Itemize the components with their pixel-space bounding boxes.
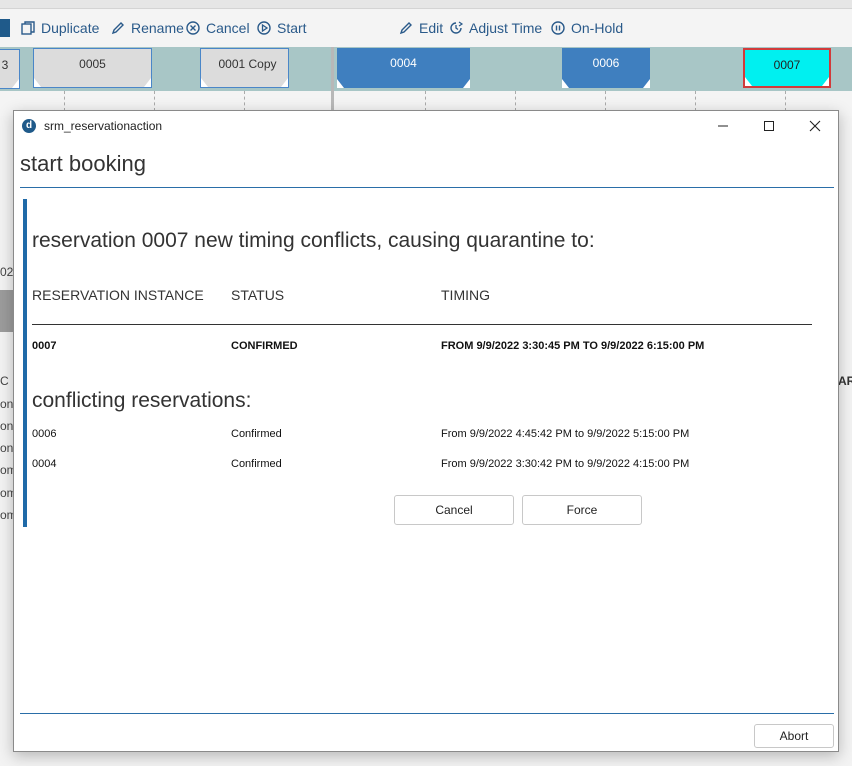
copy-icon: [21, 21, 35, 35]
grid-line: [785, 91, 786, 111]
resize-handle[interactable]: [822, 77, 829, 86]
app-logo-icon: d: [22, 119, 36, 133]
conflict-heading: reservation 0007 new timing conflicts, c…: [32, 229, 595, 252]
grid-line: [244, 91, 245, 111]
resize-handle[interactable]: [562, 79, 569, 88]
reservation-block[interactable]: 0001 Copy: [200, 48, 289, 88]
background-text: C: [0, 374, 9, 388]
background-header-bar: [0, 290, 14, 332]
on-hold-label: On-Hold: [571, 20, 624, 36]
panel-divider[interactable]: [331, 47, 334, 115]
start-button[interactable]: Start: [256, 18, 307, 38]
resize-handle[interactable]: [745, 77, 752, 86]
resize-handle[interactable]: [463, 79, 470, 88]
column-header-instance: RESERVATION INSTANCE: [32, 287, 204, 303]
timeline-track: 3 0005 0001 Copy 0004 0006 0007: [0, 47, 852, 91]
duplicate-label: Duplicate: [41, 20, 100, 36]
background-text: on: [0, 441, 14, 455]
start-label: Start: [277, 20, 307, 36]
row-instance: 0007: [32, 340, 57, 352]
resize-handle[interactable]: [144, 78, 151, 87]
rename-button[interactable]: Rename: [110, 18, 184, 38]
duplicate-button[interactable]: Duplicate: [20, 18, 99, 38]
window-title: srm_reservationaction: [44, 119, 163, 133]
circle-play-icon: [257, 21, 271, 35]
minimize-button[interactable]: [700, 111, 746, 141]
reservation-block[interactable]: 0005: [33, 48, 152, 88]
row-status: CONFIRMED: [231, 340, 298, 352]
background-top-strip: [0, 0, 852, 9]
resize-handle[interactable]: [281, 78, 288, 87]
resize-handle[interactable]: [34, 78, 41, 87]
grid-line: [695, 91, 696, 111]
force-button[interactable]: Force: [522, 495, 642, 525]
background-text: on: [0, 397, 14, 411]
resize-handle[interactable]: [201, 78, 208, 87]
row-timing: FROM 9/9/2022 3:30:45 PM TO 9/9/2022 6:1…: [441, 340, 705, 352]
cancel-toolbar-label: Cancel: [206, 20, 250, 36]
resize-handle[interactable]: [12, 79, 19, 88]
reservation-block-label: 0004: [390, 56, 417, 70]
rename-label: Rename: [131, 20, 184, 36]
reservation-block-selected[interactable]: 0007: [743, 48, 831, 88]
edit-button[interactable]: Edit: [398, 18, 443, 38]
table-header-divider: [32, 324, 812, 325]
background-text: AR: [838, 374, 852, 388]
minimize-icon: [718, 125, 728, 127]
column-header-status: STATUS: [231, 287, 285, 303]
conflicting-reservations-heading: conflicting reservations:: [32, 389, 252, 412]
footer-divider: [20, 713, 834, 714]
reservation-block[interactable]: 0006: [562, 48, 650, 88]
reservation-block-label: 0001 Copy: [218, 57, 277, 71]
close-button[interactable]: [792, 111, 838, 141]
pencil-icon: [111, 22, 124, 35]
grid-line: [64, 91, 65, 111]
reservation-action-dialog: d srm_reservationaction start booking re…: [13, 110, 839, 752]
background-toolbar: Duplicate Rename Cancel Start Edit Adjus…: [0, 9, 852, 47]
adjust-time-button[interactable]: Adjust Time: [448, 18, 542, 38]
reservation-block-label: 0006: [592, 56, 620, 70]
dialog-heading: start booking: [20, 151, 146, 176]
reservation-block[interactable]: 0004: [337, 48, 470, 88]
grid-line: [425, 91, 426, 111]
background-text: on: [0, 419, 14, 433]
row-instance: 0006: [32, 428, 57, 440]
maximize-icon: [764, 121, 774, 131]
grid-line: [154, 91, 155, 111]
cancel-button[interactable]: Cancel: [394, 495, 514, 525]
dialog-titlebar[interactable]: d srm_reservationaction: [14, 111, 838, 141]
on-hold-button[interactable]: On-Hold: [550, 18, 623, 38]
grid-line: [515, 91, 516, 111]
row-timing: From 9/9/2022 3:30:42 PM to 9/9/2022 4:1…: [441, 458, 690, 470]
reservation-block-label: 0005: [79, 57, 106, 71]
edit-label: Edit: [419, 20, 444, 36]
circle-pause-icon: [551, 21, 565, 35]
clock-arrow-icon: [450, 21, 464, 34]
toolbar-overflow-button[interactable]: [0, 19, 10, 37]
row-status: Confirmed: [231, 458, 282, 470]
grid-line: [605, 91, 606, 111]
reservation-block-label: 0007: [773, 58, 801, 72]
row-timing: From 9/9/2022 4:45:42 PM to 9/9/2022 5:1…: [441, 428, 690, 440]
reservation-block-label: 3: [1, 58, 9, 72]
pencil-icon: [399, 22, 412, 35]
circle-x-icon: [186, 21, 200, 35]
content-accent-bar: [23, 199, 27, 527]
abort-button[interactable]: Abort: [754, 724, 834, 748]
resize-handle[interactable]: [337, 79, 344, 88]
resize-handle[interactable]: [643, 79, 650, 88]
adjust-time-label: Adjust Time: [469, 20, 543, 36]
row-instance: 0004: [32, 458, 57, 470]
heading-divider: [20, 187, 834, 188]
maximize-button[interactable]: [746, 111, 792, 141]
column-header-timing: TIMING: [441, 287, 490, 303]
close-icon: [809, 120, 821, 132]
cancel-toolbar-button[interactable]: Cancel: [185, 18, 250, 38]
reservation-block[interactable]: 3: [0, 49, 20, 89]
row-status: Confirmed: [231, 428, 282, 440]
